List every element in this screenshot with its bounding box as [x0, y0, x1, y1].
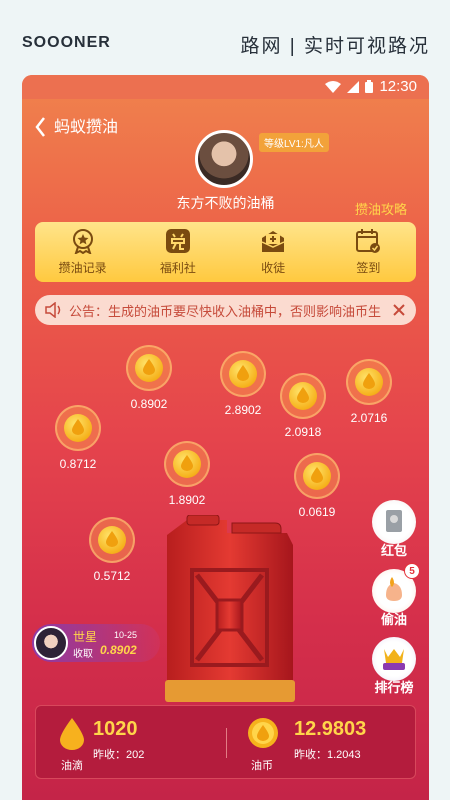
strategy-link[interactable]: 攒油攻略: [355, 199, 407, 218]
menu-item-apprentice[interactable]: 收徒: [233, 228, 313, 276]
oil-coin-button[interactable]: [280, 373, 326, 419]
menu-label: 福利社: [159, 261, 196, 275]
steal-count-badge: 5: [404, 563, 420, 579]
feature-menu: 攒油记录 福利社 收徒 签到: [35, 222, 416, 282]
announcement-text: 公告：生成的油币要尽快收入油桶中，否则影响油币生: [69, 303, 382, 319]
redeem-icon: [165, 229, 190, 253]
oil-coin-button[interactable]: [55, 405, 101, 451]
speaker-icon: [45, 302, 61, 318]
avatar: [34, 626, 68, 660]
drops-label: 油滴: [61, 760, 83, 772]
app-banner: SOOONER 路网 | 实时可视路况: [0, 0, 450, 72]
gather-label: 收取: [73, 649, 93, 660]
divider: [226, 728, 227, 758]
oil-coin-button[interactable]: [220, 351, 266, 397]
coin-value: 2.8902: [224, 403, 262, 417]
steal-oil-button[interactable]: 5 偷油: [368, 563, 420, 628]
medal-icon: [72, 229, 93, 254]
drops-value: 1020: [93, 718, 138, 740]
oil-coin-icon: [248, 718, 278, 748]
oil-drop-icon: [311, 467, 323, 483]
oil-drop-icon: [60, 718, 84, 750]
brand-logo: SOOONER: [22, 34, 111, 51]
oil-coin-button[interactable]: [126, 345, 172, 391]
oil-drop-icon: [106, 531, 118, 547]
level-badge: 等级LV1:凡人: [259, 133, 329, 152]
coins-label: 油币: [251, 760, 273, 772]
stealer-name: 世星: [73, 630, 98, 644]
coin-value: 2.0716: [350, 411, 388, 425]
coin-value: 1.8902: [168, 493, 206, 507]
oil-drop-icon: [363, 373, 375, 389]
coin-value: 2.0918: [284, 425, 322, 439]
leaderboard-button[interactable]: 排行榜: [368, 637, 420, 696]
oil-drop-icon: [237, 365, 249, 381]
oil-drop-icon: [143, 359, 155, 375]
menu-label: 攒油记录: [58, 261, 107, 275]
oil-can-image: [165, 515, 295, 702]
coins-yesterday: 昨收：1.2043: [294, 749, 361, 761]
menu-item-welfare[interactable]: 福利社: [138, 228, 218, 276]
clock: 12:30: [379, 78, 417, 95]
drops-yesterday: 昨收：202: [93, 749, 145, 761]
avatar[interactable]: [195, 130, 253, 188]
menu-label: 收徒: [261, 261, 286, 275]
gather-amount: 0.8902: [100, 643, 137, 657]
chevron-left-icon[interactable]: [34, 115, 48, 139]
menu-item-records[interactable]: 攒油记录: [43, 228, 123, 276]
coin-value: 0.8902: [130, 397, 168, 411]
steal-notification[interactable]: 世星 10-25 收取 0.8902: [32, 624, 160, 662]
status-bar: 12:30: [22, 75, 429, 99]
red-packet-button[interactable]: 红包: [368, 500, 420, 559]
oil-coin-button[interactable]: [346, 359, 392, 405]
menu-label: 签到: [356, 261, 381, 275]
menu-item-checkin[interactable]: 签到: [328, 228, 408, 276]
announcement-bar[interactable]: 公告：生成的油币要尽快收入油桶中，否则影响油币生: [35, 295, 416, 325]
red-packet-icon: [386, 510, 402, 532]
close-icon[interactable]: [392, 303, 406, 317]
trophy-icon: [383, 649, 405, 670]
coins-value: 12.9803: [294, 718, 367, 740]
signal-icon: [347, 80, 360, 93]
leaderboard-label: 排行榜: [374, 680, 414, 695]
oil-drop-icon: [72, 419, 84, 435]
coin-value: 0.8712: [59, 457, 97, 471]
wifi-icon: [325, 80, 342, 93]
inbox-plus-icon: [261, 231, 285, 252]
battery-icon: [365, 80, 374, 93]
oil-drop-icon: [297, 387, 309, 403]
page-title: 蚂蚁攒油: [54, 119, 119, 136]
oil-coin-button[interactable]: [164, 441, 210, 487]
banner-slogan: 路网 | 实时可视路况: [240, 36, 430, 57]
oil-drop-icon: [181, 455, 193, 471]
phone-screen: 12:30 蚂蚁攒油 等级LV1:凡人 东方不败的油桶 攒油攻略 攒油记录 福利…: [22, 75, 429, 800]
calendar-check-icon: [356, 229, 381, 253]
coin-value: 0.5712: [93, 569, 131, 583]
oil-coin-button[interactable]: [89, 517, 135, 563]
oil-coin-button[interactable]: [294, 453, 340, 499]
steal-date: 10-25: [114, 630, 138, 640]
assets-panel: 油滴 1020 昨收：202 油币 12.9803 昨收：1.2043: [35, 705, 416, 779]
